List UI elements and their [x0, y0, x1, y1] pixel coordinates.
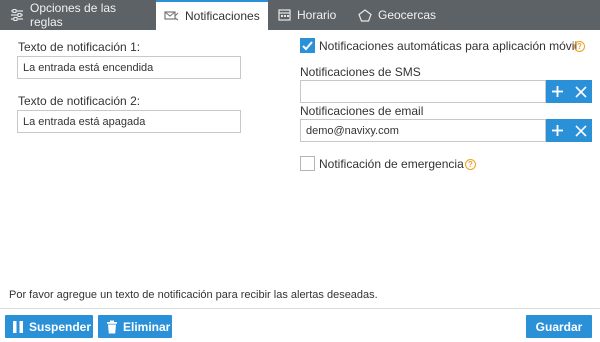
save-label: Guardar [535, 319, 583, 334]
tab-notifications[interactable]: Notificaciones [156, 0, 268, 30]
help-icon[interactable]: ? [465, 159, 476, 170]
checkmark-icon [302, 41, 313, 51]
auto-mobile-notifications-label: Notificaciones automáticas para aplicaci… [319, 39, 578, 53]
plus-icon [552, 125, 563, 136]
delete-button[interactable]: Eliminar [98, 315, 172, 338]
notification-icon [164, 11, 179, 21]
plus-icon [552, 86, 563, 97]
sliders-icon [10, 9, 23, 21]
sms-notifications-label: Notificaciones de SMS [300, 65, 421, 79]
tab-label: Notificaciones [185, 9, 260, 23]
notification-text-1-label: Texto de notificación 1: [18, 40, 141, 54]
tab-bar: Opciones de las reglas Notificaciones Ho… [0, 0, 600, 30]
close-icon [574, 85, 587, 98]
tab-label: Horario [297, 8, 337, 22]
tab-schedule[interactable]: Horario [272, 0, 348, 30]
tab-geofences[interactable]: Geocercas [352, 0, 452, 30]
notification-text-2-label: Texto de notificación 2: [18, 94, 141, 108]
save-button[interactable]: Guardar [526, 315, 592, 338]
add-email-button[interactable] [546, 119, 569, 142]
footer: Suspender Eliminar Guardar [0, 308, 600, 342]
suspend-label: Suspender [29, 319, 92, 334]
email-notifications-label: Notificaciones de email [300, 104, 424, 118]
suspend-button[interactable]: Suspender [5, 315, 93, 338]
emergency-notification-label: Notificación de emergencia [319, 157, 464, 171]
notification-text-1-input[interactable] [17, 56, 241, 79]
tab-label: Geocercas [378, 8, 437, 22]
clear-email-button[interactable] [569, 119, 592, 142]
pentagon-icon [358, 8, 372, 22]
tab-rule-options[interactable]: Opciones de las reglas [4, 0, 152, 30]
trash-icon [107, 320, 117, 333]
email-input[interactable] [300, 119, 546, 142]
pause-icon [13, 320, 23, 333]
calendar-icon [278, 9, 291, 21]
clear-sms-button[interactable] [569, 80, 592, 103]
delete-label: Eliminar [123, 319, 171, 334]
hint-text: Por favor agregue un texto de notificaci… [9, 289, 378, 301]
auto-mobile-notifications-checkbox[interactable] [300, 38, 315, 53]
emergency-notification-checkbox[interactable] [300, 156, 315, 171]
tab-label: Opciones de las reglas [29, 1, 117, 29]
help-icon[interactable]: ? [574, 41, 585, 52]
sms-input[interactable] [300, 80, 546, 103]
close-icon [574, 124, 587, 137]
notification-text-2-input[interactable] [17, 110, 241, 133]
add-sms-button[interactable] [546, 80, 569, 103]
